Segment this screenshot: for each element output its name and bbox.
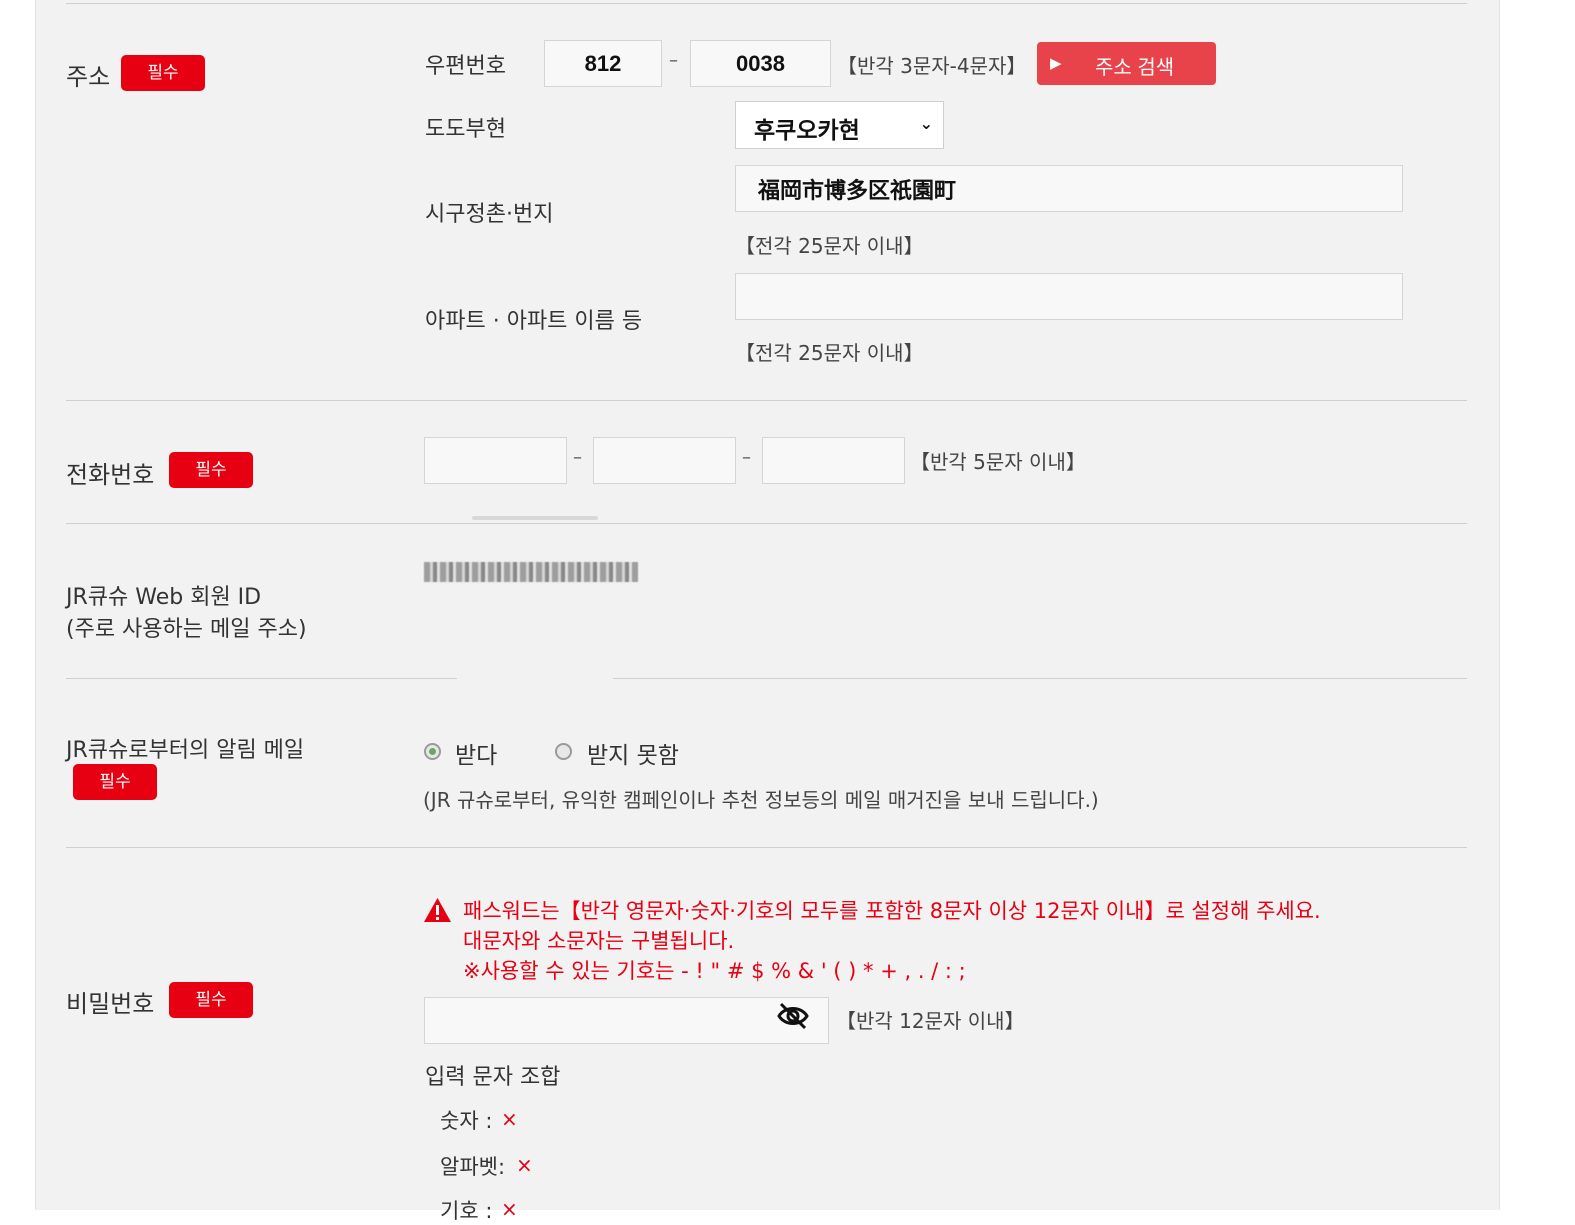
password-warning-line2: 대문자와 소문자는 구별됩니다. [463,929,735,953]
check-digits-status: × [501,1107,518,1131]
apartment-label: 아파트 · 아파트 이름 등 [425,309,643,334]
required-badge: 필수 [73,764,157,800]
warning-icon [424,898,451,922]
divider [66,847,1467,848]
scroll-indicator [472,516,598,520]
postal-code-label: 우편번호 [425,54,506,79]
apartment-input[interactable] [735,273,1403,320]
apartment-hint: 【전각 25문자 이내】 [735,341,924,365]
combo-title: 입력 문자 조합 [425,1065,561,1090]
check-symbol-label: 기호 : [440,1199,493,1223]
address-search-button[interactable]: ▶ 주소 검색 [1037,42,1216,85]
phone-label: 전화번호 [66,461,155,489]
password-warning-line1: 패스워드는【반각 영문자·숫자·기호의 모두를 포함한 8문자 이상 12문자 … [463,899,1321,923]
phone-separator: – [742,447,751,468]
phone-hint: 【반각 5문자 이내】 [910,450,1086,474]
phone-part3-input[interactable] [762,437,905,484]
check-alpha-label: 알파벳: [440,1155,506,1179]
check-alpha-status: × [516,1153,533,1177]
password-hint: 【반각 12문자 이내】 [836,1009,1025,1033]
divider [66,523,1467,524]
member-id-value-redacted [424,562,638,582]
radio-receive-label[interactable]: 받다 [455,736,497,770]
phone-part2-input[interactable] [593,437,736,484]
city-input[interactable] [735,165,1403,212]
member-id-label: JR큐슈 Web 회원 ID [66,585,262,610]
address-search-label: 주소 검색 [1095,57,1175,79]
check-digits-label: 숫자 : [440,1109,493,1133]
phone-part1-input[interactable] [424,437,567,484]
postal-code-first-input[interactable] [544,40,662,87]
postal-hint: 【반각 3문자-4문자】 [837,54,1027,78]
notification-note: (JR 규슈로부터, 유익한 캠페인이나 추천 정보등의 메일 매거진을 보내 … [423,788,1099,812]
eye-off-icon[interactable] [776,1001,810,1031]
chevron-down-icon: ⌄ [919,114,933,133]
divider [66,400,1467,401]
address-label: 주소 [66,63,111,91]
notification-label: JR큐슈로부터의 알림 메일 [66,738,305,763]
password-warning-line3: ※사용할 수 있는 기호는 - ! " # $ % & ' ( ) * + , … [463,959,966,983]
city-label: 시구정촌·번지 [425,202,554,227]
radio-decline-label[interactable]: 받지 못함 [587,736,679,770]
postal-separator: – [669,50,678,71]
required-badge: 필수 [169,452,253,488]
divider [66,3,1467,4]
member-id-sublabel: (주로 사용하는 메일 주소) [66,617,307,642]
radio-receive[interactable] [424,743,441,760]
required-badge: 필수 [169,982,253,1018]
divider [613,678,1467,679]
password-input[interactable] [424,997,829,1044]
check-symbol-status: × [501,1197,518,1221]
play-icon: ▶ [1050,55,1062,72]
city-hint: 【전각 25문자 이내】 [735,234,924,258]
postal-code-second-input[interactable] [690,40,831,87]
phone-separator: – [573,447,582,468]
password-label: 비밀번호 [66,990,155,1018]
required-badge: 필수 [121,55,205,91]
divider [66,678,457,679]
radio-decline[interactable] [555,743,572,760]
prefecture-label: 도도부현 [425,117,506,142]
prefecture-selected-value: 후쿠오카현 [754,118,860,144]
prefecture-select[interactable]: 후쿠오카현 ⌄ [735,101,944,149]
